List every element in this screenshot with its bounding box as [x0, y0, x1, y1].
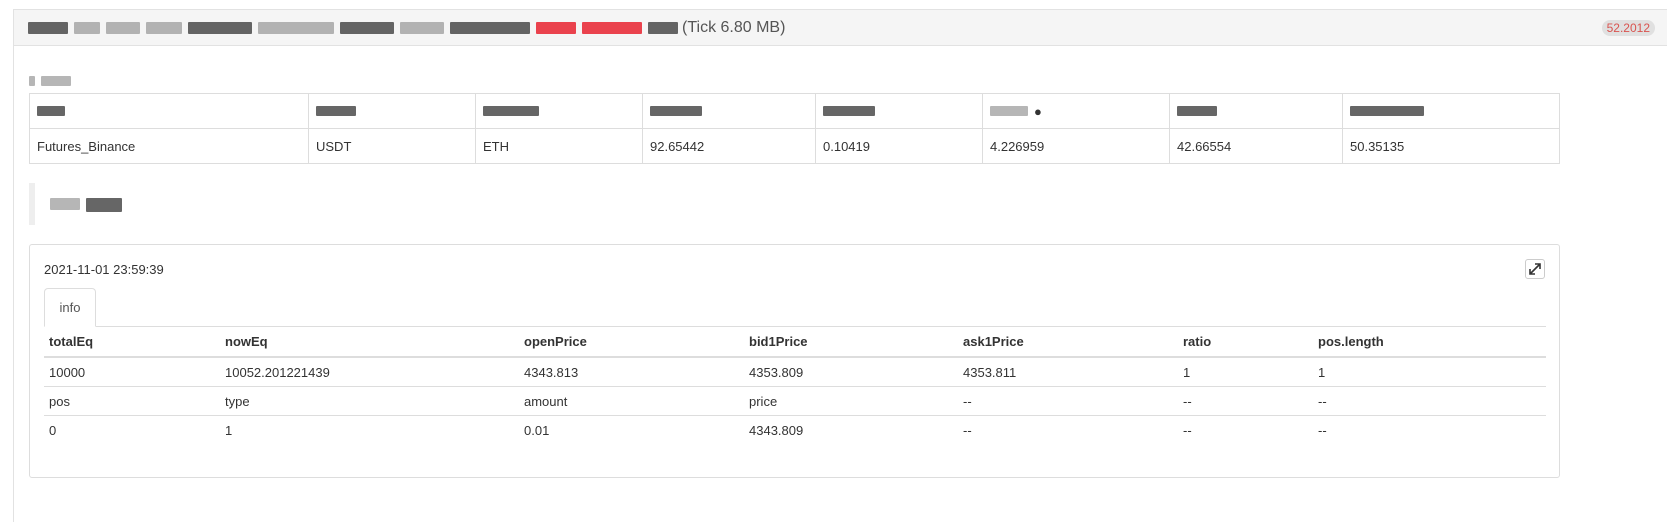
table-cell: 4353.809 — [744, 357, 958, 387]
tab-info[interactable]: info — [44, 288, 96, 327]
redacted-text — [188, 22, 252, 34]
table-row: Futures_Binance USDT ETH 92.65442 0.1041… — [29, 128, 1560, 164]
table-cell: 4343.809 — [749, 422, 804, 438]
column-header: ask1Price — [958, 327, 1178, 358]
table-cell: Futures_Binance — [29, 128, 309, 164]
column-header: nowEq — [220, 327, 519, 358]
table-cell: -- — [1183, 422, 1192, 438]
table-cell: USDT — [308, 128, 476, 164]
status-timestamp: 2021-11-01 23:59:39 — [44, 262, 164, 277]
table-header-row: totalEq nowEq openPrice bid1Price ask1Pr… — [44, 327, 1546, 358]
column-header: ratio — [1178, 327, 1313, 358]
status-section-label — [50, 198, 128, 212]
lock-icon: ● — [1034, 103, 1042, 119]
profit-badge: 52.2012 — [1601, 20, 1655, 36]
table-header-cell — [308, 93, 476, 129]
column-header: totalEq — [44, 327, 220, 358]
table-cell: 50.35135 — [1342, 128, 1560, 164]
table-cell: 1 — [1178, 357, 1313, 387]
table-row: pos type amount price -- -- -- — [44, 386, 1546, 416]
table-cell: -- — [1178, 386, 1313, 416]
table-cell: price — [744, 386, 958, 416]
column-header: bid1Price — [744, 327, 958, 358]
status-panel: 2021-11-01 23:59:39 info totalEq nowEq o… — [29, 244, 1560, 478]
table-cell: -- — [1313, 386, 1546, 416]
table-cell: 0.10419 — [815, 128, 983, 164]
table-cell: -- — [1318, 422, 1327, 438]
column-header: openPrice — [519, 327, 744, 358]
redacted-text — [146, 22, 182, 34]
table-header-cell — [29, 93, 309, 129]
redacted-text — [29, 76, 35, 86]
tick-size-label: (Tick 6.80 MB) — [682, 19, 786, 36]
table-cell: type — [220, 386, 519, 416]
table-cell: amount — [519, 386, 744, 416]
table-cell: 10052.201221439 — [220, 357, 519, 387]
expand-button[interactable] — [1525, 259, 1545, 279]
info-table: totalEq nowEq openPrice bid1Price ask1Pr… — [44, 327, 1546, 444]
strategy-title: (Tick 6.80 MB) — [28, 19, 785, 37]
table-cell: 4343.813 — [519, 357, 744, 387]
table-cell: 92.65442 — [642, 128, 816, 164]
table-cell: 1 — [225, 422, 233, 438]
redacted-text — [258, 22, 334, 34]
account-table: ● Futures_Binance USDT ETH 92.65442 0.10… — [29, 93, 1560, 164]
redacted-text — [50, 198, 80, 210]
table-cell: 4353.811 — [958, 357, 1178, 387]
table-cell: 0 — [49, 422, 57, 438]
table-header-row: ● — [29, 93, 1560, 129]
redacted-text — [400, 22, 444, 34]
table-header-cell — [642, 93, 816, 129]
table-row: 10000 10052.201221439 4343.813 4353.809 … — [44, 357, 1546, 387]
expand-icon — [1529, 263, 1541, 275]
table-cell: ETH — [475, 128, 643, 164]
strategy-header: (Tick 6.80 MB) 52.2012 — [14, 10, 1667, 46]
table-cell: -- — [963, 422, 972, 438]
table-header-cell — [1169, 93, 1343, 129]
redacted-text — [41, 76, 71, 86]
table-cell: -- — [958, 386, 1178, 416]
redacted-text — [648, 22, 678, 34]
table-row: 0 1 0.01 4343.809 -- -- -- — [44, 416, 1546, 445]
column-header: pos.length — [1313, 327, 1546, 358]
account-section-label — [29, 76, 77, 86]
redacted-text — [106, 22, 140, 34]
redacted-text — [86, 198, 122, 212]
table-cell: 0.01 — [524, 422, 550, 438]
table-header-cell — [815, 93, 983, 129]
status-section-marker — [29, 183, 35, 225]
redacted-text — [28, 22, 68, 34]
redacted-text — [582, 22, 642, 34]
table-cell: 1 — [1313, 357, 1546, 387]
redacted-text — [340, 22, 394, 34]
redacted-text — [450, 22, 530, 34]
table-cell: 10000 — [44, 357, 220, 387]
table-cell: 42.66554 — [1169, 128, 1343, 164]
redacted-text — [74, 22, 100, 34]
table-header-cell — [1342, 93, 1560, 129]
table-cell: pos — [44, 386, 220, 416]
table-header-cell — [475, 93, 643, 129]
strategy-frame: (Tick 6.80 MB) 52.2012 ● Futures_Binance… — [13, 9, 1667, 522]
redacted-text — [536, 22, 576, 34]
table-header-cell: ● — [982, 93, 1170, 129]
table-cell: 4.226959 — [982, 128, 1170, 164]
